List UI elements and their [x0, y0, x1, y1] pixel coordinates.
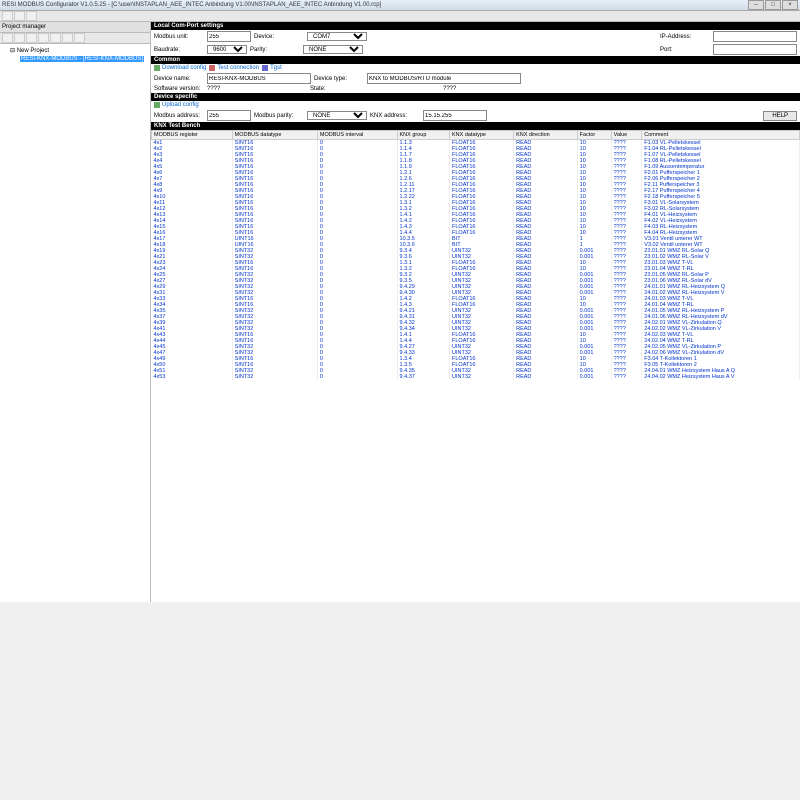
knx-address-input[interactable] [423, 110, 487, 121]
section-common: Common [151, 56, 800, 64]
sidebar-title: Project manager [0, 22, 150, 33]
sidebar-new-icon[interactable] [2, 33, 13, 43]
main-toolbar [0, 11, 800, 22]
modbus-parity-label: Modbus parity: [254, 113, 304, 119]
baudrate-label: Baudrate: [154, 47, 204, 53]
sidebar-refresh-icon[interactable] [62, 33, 73, 43]
close-button[interactable]: × [782, 0, 798, 10]
knx-address-label: KNX address: [370, 113, 420, 119]
section-devspec: Device specific [151, 93, 800, 101]
table-cell: READ [514, 374, 578, 380]
modbus-address-label: Modbus address: [154, 113, 204, 119]
download-icon [154, 65, 160, 71]
test-connection-button[interactable]: Test connection [209, 65, 259, 71]
device-label: Device: [254, 34, 304, 40]
register-table-wrap[interactable]: MODBUS registerMODBUS datatypeMODBUS int… [151, 130, 800, 530]
device-select[interactable]: COM7 [307, 32, 367, 41]
column-header[interactable]: Factor [577, 131, 611, 140]
sidebar-config-icon[interactable] [74, 33, 85, 43]
table-cell: 0.001 [577, 374, 611, 380]
parity-label: Parity: [250, 47, 300, 53]
upload-config-button[interactable]: Upload config [154, 102, 199, 108]
column-header[interactable]: MODBUS interval [317, 131, 397, 140]
table-cell: 4x53 [152, 374, 233, 380]
sidebar-add-icon[interactable] [38, 33, 49, 43]
column-header[interactable]: MODBUS datatype [232, 131, 317, 140]
baudrate-select[interactable]: 9600 [207, 45, 247, 54]
device-name-input[interactable] [207, 73, 311, 84]
column-header[interactable]: KNX direction [514, 131, 578, 140]
help-button[interactable]: HELP [763, 111, 797, 121]
toolbar-new-icon[interactable] [2, 11, 13, 21]
tree-selected: RESI-KNX-MODBUS - [RESI-KNX-MODBUS] [20, 56, 144, 62]
minimize-button[interactable]: – [748, 0, 764, 10]
maximize-button[interactable]: □ [765, 0, 781, 10]
project-sidebar: Project manager ⊟ New Project RESI-KNX-M… [0, 22, 151, 602]
project-tree: ⊟ New Project RESI-KNX-MODBUS - [RESI-KN… [0, 44, 150, 65]
app-window: RESI MODBUS Configurator V1.0.5.25 - [C:… [0, 0, 800, 800]
parity-select[interactable]: NONE [303, 45, 363, 54]
register-table: MODBUS registerMODBUS datatypeMODBUS int… [151, 130, 800, 380]
test-icon [209, 65, 215, 71]
port-input[interactable] [713, 44, 797, 55]
state-label: State: [310, 86, 360, 92]
ip-input[interactable] [713, 31, 797, 42]
modbus-address-input[interactable] [207, 110, 251, 121]
ip-label: IP-Address: [660, 34, 710, 40]
column-header[interactable]: Comment [642, 131, 800, 140]
download-config-button[interactable]: Download config [154, 65, 206, 71]
table-row[interactable]: 4x53SINT3209.4.37UINT32READ0.001????24.0… [152, 374, 800, 380]
device-name-label: Device name: [154, 76, 204, 82]
modbus-unit-label: Modbus unit: [154, 34, 204, 40]
tgst-button[interactable]: Tgst [262, 65, 282, 71]
software-version-label: Software version: [154, 86, 204, 92]
column-header[interactable]: KNX datatype [450, 131, 514, 140]
tree-device-node[interactable]: RESI-KNX-MODBUS - [RESI-KNX-MODBUS] [2, 55, 148, 63]
section-local: Local Com-Port settings [151, 22, 800, 30]
table-cell: 9.4.37 [397, 374, 450, 380]
sidebar-save-icon[interactable] [26, 33, 37, 43]
modbus-parity-select[interactable]: NONE [307, 111, 367, 120]
port-label: Port: [660, 47, 710, 53]
state-value: ???? [443, 86, 456, 92]
column-header[interactable]: Value [611, 131, 642, 140]
toolbar-save-icon[interactable] [26, 11, 37, 21]
sidebar-remove-icon[interactable] [50, 33, 61, 43]
table-cell: 0 [317, 374, 397, 380]
sidebar-open-icon[interactable] [14, 33, 25, 43]
sidebar-toolbar [0, 33, 150, 44]
device-type-input[interactable] [367, 73, 521, 84]
software-version-value: ???? [207, 86, 307, 92]
toolbar-open-icon[interactable] [14, 11, 25, 21]
window-title: RESI MODBUS Configurator V1.0.5.25 - [C:… [2, 0, 381, 10]
table-cell: ???? [611, 374, 642, 380]
device-type-label: Device type: [314, 76, 364, 82]
upload-icon [154, 102, 160, 108]
table-cell: SINT32 [232, 374, 317, 380]
section-testbench: KNX Test Bench [151, 122, 800, 130]
table-cell: 24.04.02 WMZ Heizsystem Haus A V [642, 374, 800, 380]
main-panel: Local Com-Port settings Modbus unit: Dev… [151, 22, 800, 602]
tree-root[interactable]: ⊟ New Project [2, 46, 148, 55]
column-header[interactable]: MODBUS register [152, 131, 233, 140]
modbus-unit-input[interactable] [207, 31, 251, 42]
window-buttons: – □ × [748, 0, 798, 10]
column-header[interactable]: KNX group [397, 131, 450, 140]
table-cell: UINT32 [450, 374, 514, 380]
title-bar: RESI MODBUS Configurator V1.0.5.25 - [C:… [0, 0, 800, 11]
tgst-icon [262, 65, 268, 71]
